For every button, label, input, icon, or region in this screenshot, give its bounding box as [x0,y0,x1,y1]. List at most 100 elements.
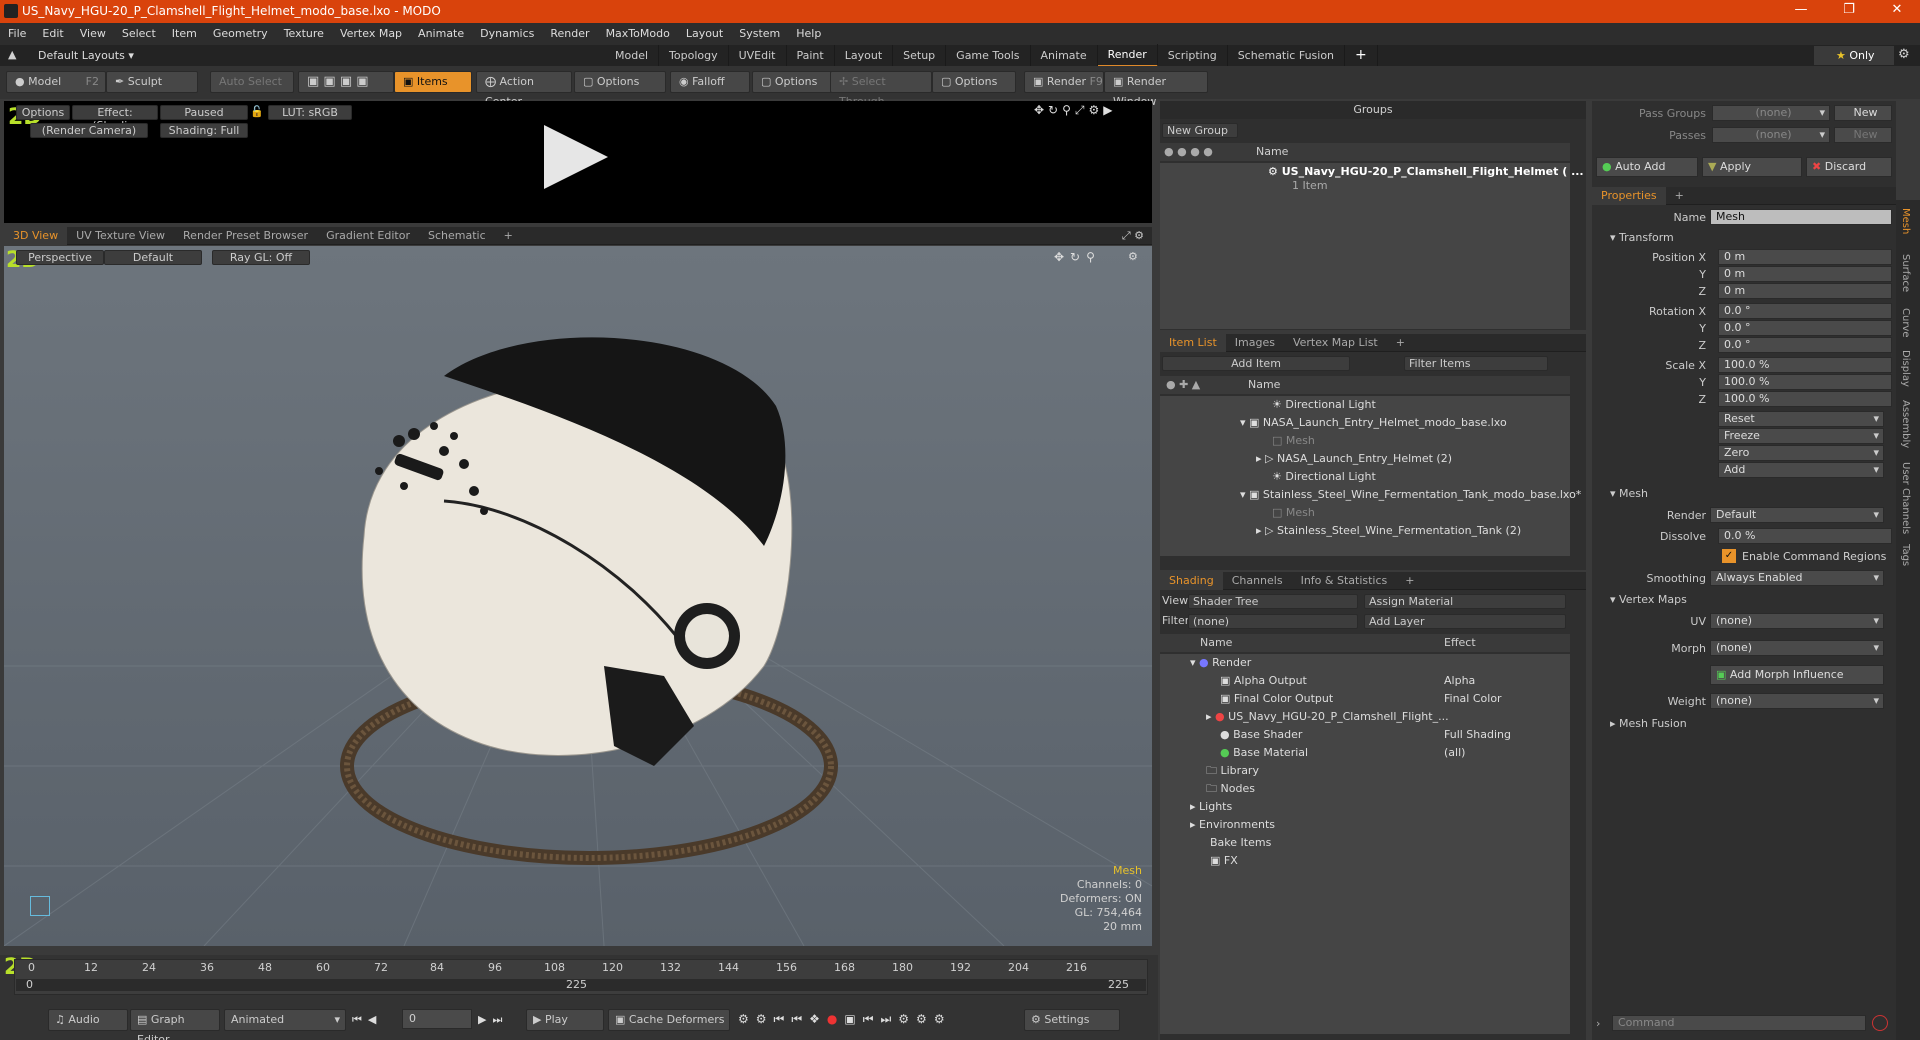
add-properties-tab-icon[interactable]: + [1666,187,1693,205]
tab-uv-texture-view[interactable]: UV Texture View [67,227,174,245]
key-tool-icons[interactable]: ⚙⚙⏮⏮❖●▣⏮⏭⚙⚙⚙ [738,1012,952,1027]
layout-collapse-icon[interactable]: ▲ [8,48,16,61]
menu-geometry[interactable]: Geometry [205,23,276,45]
shading-dropdown[interactable]: Shading: Full [160,123,248,138]
cache-deformers-button[interactable]: ▣ Cache Deformers [608,1009,730,1031]
minimize-icon[interactable]: — [1786,2,1816,17]
smoothing-dropdown[interactable]: Always Enabled [1710,570,1884,586]
tab-images[interactable]: Images [1226,334,1284,352]
auto-select-button[interactable]: Auto Select [210,71,294,93]
new-pass-group-button[interactable]: New [1834,105,1892,121]
tab-item-list[interactable]: Item List [1160,333,1226,352]
new-group-button[interactable]: New Group [1162,123,1238,138]
list-item[interactable]: ☀ Directional Light [1160,396,1376,414]
discard-button[interactable]: ✖ Discard [1806,157,1892,177]
lut-dropdown[interactable]: LUT: sRGB [268,105,352,120]
falloff-button[interactable]: ◉ Falloff [670,71,750,93]
menu-help[interactable]: Help [788,23,829,45]
frame-field[interactable]: 0 [402,1009,472,1029]
raygl-dropdown[interactable]: Ray GL: Off [212,250,310,265]
close-icon[interactable]: ✕ [1882,2,1912,17]
list-item[interactable]: □ Mesh [1160,432,1315,450]
add-shading-tab-icon[interactable]: + [1396,572,1423,590]
auto-add-button[interactable]: ● Auto Add [1596,157,1698,177]
tab-vertex-map-list[interactable]: Vertex Map List [1284,334,1387,352]
menu-view[interactable]: View [72,23,114,45]
list-item[interactable]: ☀ Directional Light [1160,468,1376,486]
menu-texture[interactable]: Texture [276,23,332,45]
reset-dropdown[interactable]: Reset [1718,411,1884,427]
add-morph-influence-button[interactable]: ▣ Add Morph Influence [1710,665,1884,685]
scale-x-field[interactable]: 100.0 % [1718,357,1892,373]
menu-dynamics[interactable]: Dynamics [472,23,542,45]
rotation-y-field[interactable]: 0.0 ° [1718,320,1892,336]
default-layouts-dropdown[interactable]: Default Layouts ▾ [38,49,134,62]
shader-row[interactable]: ● Base Shader Full Shading [1160,726,1570,744]
shader-row[interactable]: 🗀 Nodes [1160,780,1570,798]
add-dropdown[interactable]: Add [1718,462,1884,478]
transform-section[interactable]: ▾ Transform [1610,231,1674,244]
forward-icons[interactable]: ▶⏭ [478,1013,508,1027]
tab-channels[interactable]: Channels [1223,572,1292,590]
play-icon[interactable] [544,125,608,189]
shader-row[interactable]: ● Base Material (all) [1160,744,1570,762]
shader-row[interactable]: 🗀 Library [1160,762,1570,780]
tab-render[interactable]: Render [1097,44,1158,67]
audio-button[interactable]: ♫ Audio [48,1009,128,1031]
tab-uvedit[interactable]: UVEdit [729,45,787,66]
tab-scripting[interactable]: Scripting [1158,45,1228,66]
menu-maxtomodo[interactable]: MaxToModo [598,23,678,45]
lock-icon[interactable]: 🔓 [250,105,264,118]
position-z-field[interactable]: 0 m [1718,283,1892,299]
shader-row[interactable]: ▾ ● Render [1160,654,1570,672]
new-pass-button[interactable]: New [1834,127,1892,143]
side-tab-display[interactable]: Display [1900,350,1911,387]
tab-paint[interactable]: Paint [787,45,835,66]
side-tab-surface[interactable]: Surface [1900,254,1911,292]
filter-items-input[interactable]: Filter Items [1404,356,1548,371]
position-x-field[interactable]: 0 m [1718,249,1892,265]
vertex-maps-section[interactable]: ▾ Vertex Maps [1610,593,1687,606]
name-field[interactable]: Mesh [1710,209,1892,225]
items-mode-button[interactable]: ▣ Items [394,71,472,93]
only-toggle[interactable]: ★ Only [1814,46,1894,65]
enable-command-regions-checkbox[interactable]: ✓ [1722,549,1736,563]
shader-tree-dropdown[interactable]: Shader Tree [1188,594,1358,609]
menu-item[interactable]: Item [164,23,205,45]
dissolve-field[interactable]: 0.0 % [1718,528,1892,544]
scale-z-field[interactable]: 100.0 % [1718,391,1892,407]
render-button[interactable]: ▣ Render F9 [1024,71,1104,93]
side-tab-assembly[interactable]: Assembly [1900,400,1911,448]
morph-dropdown[interactable]: (none) [1710,640,1884,656]
tab-game-tools[interactable]: Game Tools [946,45,1031,66]
shader-row[interactable]: ▣ Alpha Output Alpha [1160,672,1570,690]
pass-groups-dropdown[interactable]: (none) [1712,105,1830,121]
scale-y-field[interactable]: 100.0 % [1718,374,1892,390]
shader-row[interactable]: ▸ Environments [1160,816,1570,834]
shading-filter-dropdown[interactable]: (none) [1188,614,1358,629]
gear-icon[interactable]: ⚙ [1898,47,1910,62]
tab-render-preset-browser[interactable]: Render Preset Browser [174,227,317,245]
tab-schematic[interactable]: Schematic [419,227,495,245]
mesh-section[interactable]: ▾ Mesh [1610,487,1648,500]
command-status-icon[interactable] [1872,1015,1888,1031]
list-item[interactable]: ▸ ▷ NASA_Launch_Entry_Helmet (2) [1160,450,1452,468]
tab-animate[interactable]: Animate [1031,45,1098,66]
render-paused-button[interactable]: Paused [160,105,248,120]
default-style-dropdown[interactable]: Default [104,250,202,265]
shader-row[interactable]: ▸ ● US_Navy_HGU-20_P_Clamshell_Flight_..… [1160,708,1570,726]
tab-schematic-fusion[interactable]: Schematic Fusion [1228,45,1346,66]
uv-dropdown[interactable]: (none) [1710,613,1884,629]
menu-layout[interactable]: Layout [678,23,731,45]
render-camera-dropdown[interactable]: (Render Camera) [30,123,148,138]
shader-row[interactable]: Bake Items [1160,834,1570,852]
tab-setup[interactable]: Setup [893,45,947,66]
graph-editor-button[interactable]: ▤ Graph Editor [130,1009,220,1040]
menu-vertex-map[interactable]: Vertex Map [332,23,410,45]
position-y-field[interactable]: 0 m [1718,266,1892,282]
shader-row[interactable]: ▸ Lights [1160,798,1570,816]
3d-viewport[interactable]: 2D Perspective Default Ray GL: Off ✥↻⚲ ⚙… [4,246,1152,946]
tab-3d-view[interactable]: 3D View [4,226,68,245]
list-item[interactable]: ▾ ▣ NASA_Launch_Entry_Helmet_modo_base.l… [1160,414,1507,432]
animated-dropdown[interactable]: Animated ▾ [224,1009,346,1031]
